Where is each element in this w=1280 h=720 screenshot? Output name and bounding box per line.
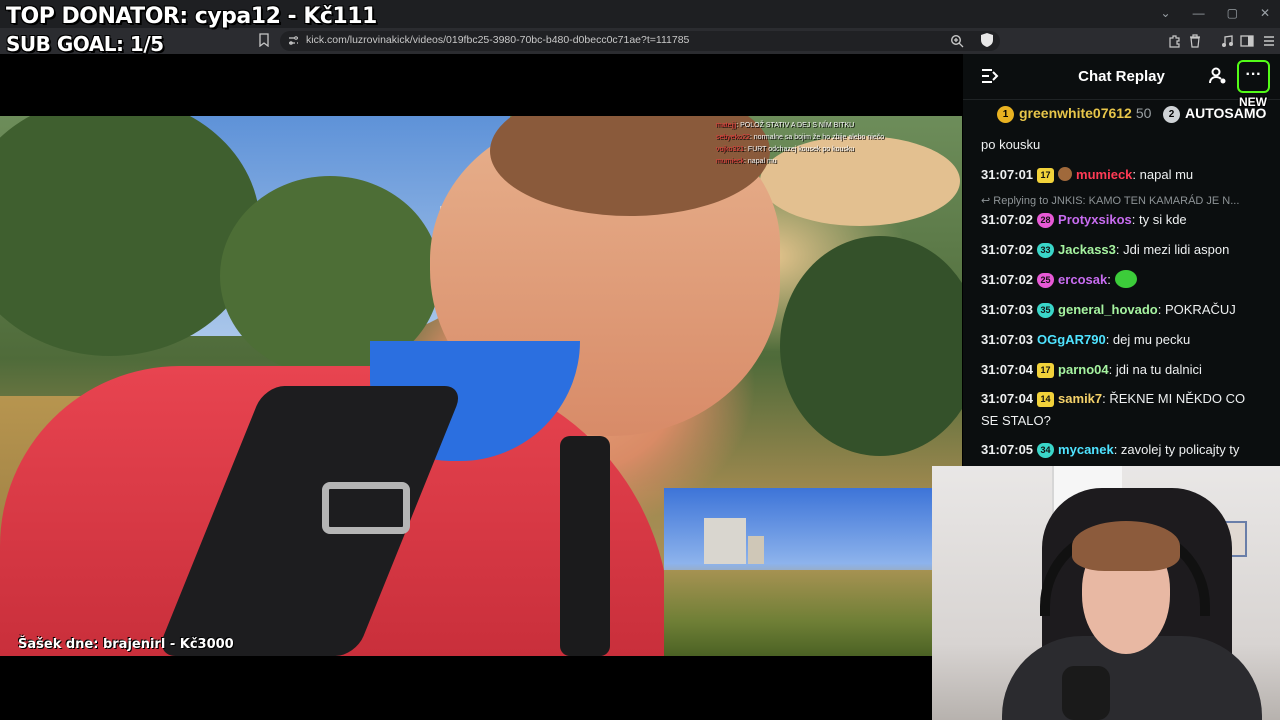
video-chat-line: sebyeko22: normalne sa bojim že ho zbije… [716, 134, 885, 141]
message-time: 31:07:02 [981, 212, 1034, 227]
message-user[interactable]: parno04 [1058, 362, 1109, 377]
sub-badge: 17 [1037, 363, 1055, 378]
message-text: : dej mu pecku [1105, 332, 1191, 347]
message-text: : jdi na tu dalnici [1108, 362, 1202, 377]
pip-field [664, 570, 932, 656]
sub-badge: 33 [1037, 243, 1055, 258]
extensions-icon[interactable] [1168, 34, 1182, 48]
video-tree [780, 236, 962, 456]
video-chat-line: vojko321: FURT odchazej kousek po kousku [716, 146, 855, 153]
backpack-strap [560, 436, 610, 656]
minimize-icon[interactable]: — [1193, 6, 1205, 20]
chat-title: Chat Replay [1078, 68, 1165, 85]
monkey-badge-icon [1058, 167, 1073, 181]
message-text: : POKRAČUJ [1157, 302, 1236, 317]
chat-message[interactable]: 31:07:02 33 Jackass3: Jdi mezi lidi aspon [981, 239, 1266, 261]
url-text: kick.com/luzrovinakick/videos/019fbc25-3… [306, 34, 690, 46]
message-time: 31:07:04 [981, 391, 1034, 406]
chat-message[interactable]: 31:07:05 34 mycanek: zavolej ty policajty … [981, 439, 1266, 461]
sub-badge: 35 [1037, 303, 1055, 318]
sub-badge: 17 [1037, 168, 1055, 183]
sub-badge: 14 [1037, 392, 1055, 407]
rank-badge: 2 [1163, 106, 1180, 123]
top-gifter-item[interactable]: 2 AUTOSAMO [1163, 105, 1266, 123]
window-controls: ⌄ — ▢ ✕ [1161, 6, 1270, 20]
more-options-button[interactable]: ··· [1237, 60, 1270, 93]
bookmark-icon[interactable] [258, 33, 270, 47]
message-text: : [1107, 272, 1111, 287]
chat-message[interactable]: 31:07:02 25 ercosak: [981, 269, 1266, 291]
message-text: : Jdi mezi lidi aspon [1115, 242, 1230, 257]
user-settings-icon[interactable] [1209, 67, 1227, 85]
message-user[interactable]: ercosak [1058, 272, 1107, 287]
webcam-microphone [1062, 666, 1110, 720]
chat-message[interactable]: 31:07:03 35 general_hovado: POKRAČUJ [981, 299, 1266, 321]
more-options-icon: ··· [1245, 66, 1262, 83]
maximize-icon[interactable]: ▢ [1227, 6, 1238, 20]
gifter-name: greenwhite07612 [1019, 105, 1132, 121]
message-user[interactable]: samik7 [1058, 391, 1102, 406]
chat-replay-panel: Chat Replay ··· NEW 1 greenwhite07612 50 2… [963, 54, 1280, 466]
video-chat-overlay: matejjj: POLOŽ STATIV A DEJ S NÍM BITKU … [716, 120, 884, 168]
message-time: 31:07:01 [981, 167, 1034, 182]
top-gifters-bar: 1 greenwhite07612 50 2 AUTOSAMO [963, 102, 1280, 128]
menu-icon[interactable] [1262, 34, 1276, 48]
chat-message[interactable]: 31:07:03 OGgAR790: dej mu pecku [981, 329, 1266, 351]
pip-building [748, 536, 764, 564]
close-icon[interactable]: ✕ [1260, 6, 1270, 20]
message-user[interactable]: mycanek [1058, 442, 1114, 457]
trash-icon[interactable] [1188, 34, 1202, 48]
chat-message[interactable]: 31:07:04 14 samik7: ŘEKNE MI NĚKDO CO SE S… [981, 388, 1266, 432]
message-time: 31:07:02 [981, 242, 1034, 257]
message-user[interactable]: Protyxsikos [1058, 212, 1132, 227]
rank-badge: 1 [997, 106, 1014, 123]
main-video[interactable]: matejjj: POLOŽ STATIV A DEJ S NÍM BITKU … [0, 116, 962, 656]
webcam-person-hair [1072, 521, 1180, 571]
message-user[interactable]: general_hovado [1058, 302, 1158, 317]
message-user[interactable]: Jackass3 [1058, 242, 1116, 257]
sub-goal-text: SUB GOAL: 1/5 [6, 32, 164, 56]
sidebar-icon[interactable] [1240, 34, 1254, 48]
top-donator-text: TOP DONATOR: cypa12 - Kč111 [6, 4, 377, 29]
chat-message[interactable]: 31:07:01 17 mumieck: napal mu [981, 164, 1266, 186]
gifter-name: AUTOSAMO [1185, 105, 1267, 121]
message-user[interactable]: OGgAR790 [1037, 332, 1106, 347]
brave-shield-icon[interactable] [980, 32, 994, 48]
message-text: : zavolej ty policajty ty [1113, 442, 1240, 457]
sub-badge: 34 [1037, 443, 1055, 458]
webcam-overlay [932, 466, 1280, 720]
media-icon[interactable] [1220, 34, 1234, 48]
pip-building [704, 518, 746, 564]
top-gifter-item[interactable]: 1 greenwhite07612 50 [997, 105, 1151, 123]
sub-badge: 25 [1037, 273, 1055, 288]
video-chat-line: matejjj: POLOŽ STATIV A DEJ S NÍM BITKU [716, 122, 855, 129]
sub-badge: 28 [1037, 213, 1055, 228]
message-text: : ty si kde [1131, 212, 1187, 227]
picture-in-picture [664, 488, 932, 656]
message-user[interactable]: mumieck [1076, 167, 1132, 182]
browser-toolbar: kick.com/luzrovinakick/videos/019fbc25-3… [0, 28, 1280, 54]
site-info-icon[interactable] [288, 35, 299, 46]
chat-message[interactable]: 31:07:04 17 parno04: jdi na tu dalnici [981, 359, 1266, 381]
message-text: : napal mu [1132, 167, 1194, 182]
video-chat-line: mumieck: napal mu [716, 158, 777, 165]
chat-message[interactable]: 31:07:02 28 Protyxsikos: ty si kde [981, 209, 1266, 231]
gifter-score: 50 [1135, 105, 1152, 121]
message-time: 31:07:03 [981, 332, 1034, 347]
address-bar[interactable]: kick.com/luzrovinakick/videos/019fbc25-3… [280, 31, 1000, 51]
backpack-buckle [322, 482, 410, 534]
video-caption: Šašek dne: brajenirl - Kč3000 [18, 637, 234, 652]
message-time: 31:07:05 [981, 442, 1034, 457]
screen: ⌄ — ▢ ✕ kick.com/luzrovinakick/videos/01… [0, 0, 1280, 720]
message-time: 31:07:04 [981, 362, 1034, 377]
message-time: 31:07:02 [981, 272, 1034, 287]
message-time: 31:07:03 [981, 302, 1034, 317]
zoom-icon[interactable] [950, 34, 964, 48]
chat-header: Chat Replay ··· [963, 54, 1280, 100]
frog-emote-icon [1114, 270, 1137, 288]
tab-list-icon[interactable]: ⌄ [1161, 6, 1171, 20]
reply-context: ↩ Replying to JNKIS: KAMO TEN KAMARÁD JE… [981, 195, 1240, 207]
chat-message-partial: po kousku [981, 137, 1041, 152]
